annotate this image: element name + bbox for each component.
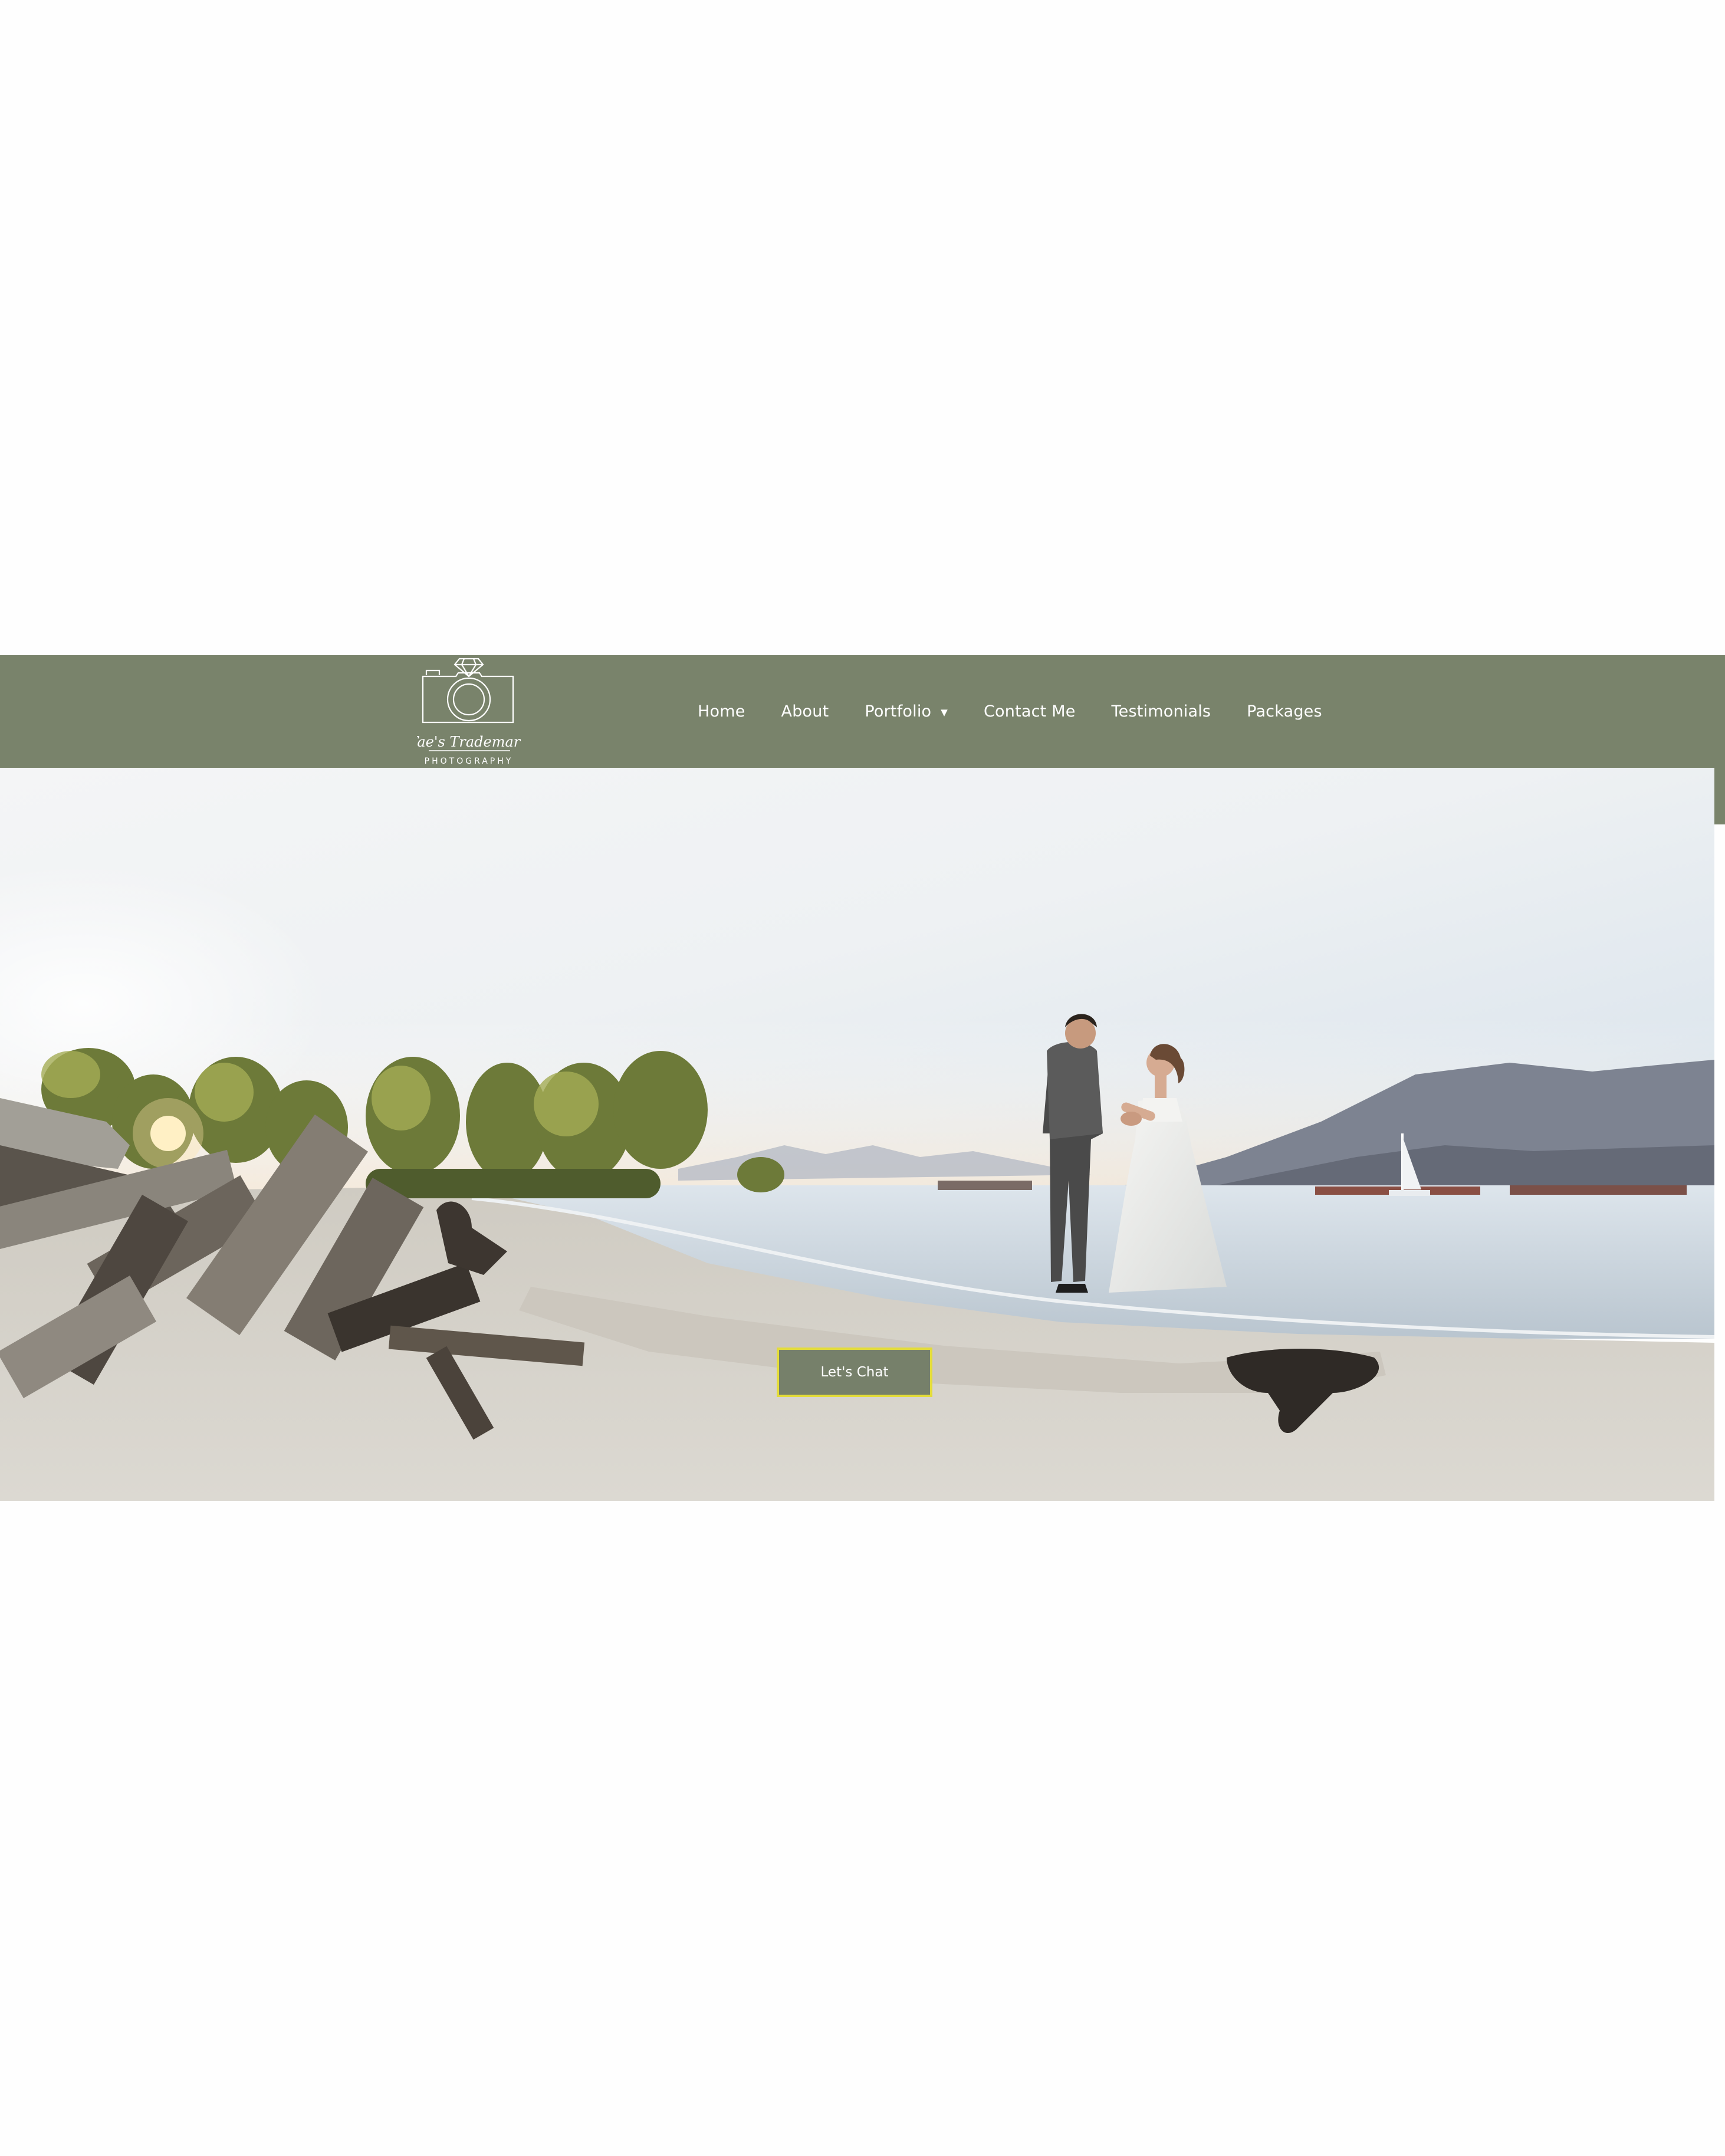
site-logo[interactable]: Tae's Trademark PHOTOGRAPHY (409, 655, 529, 768)
main-nav: Home About Portfolio ▼ Contact Me Testimo… (672, 655, 1322, 768)
nav-packages-label: Packages (1247, 702, 1322, 721)
page: Tae's Trademark PHOTOGRAPHY Home About P… (0, 0, 1725, 2156)
nav-portfolio-label: Portfolio (865, 702, 932, 721)
nav-portfolio[interactable]: Portfolio ▼ (865, 702, 948, 721)
nav-testimonials[interactable]: Testimonials (1112, 702, 1211, 721)
nav-home[interactable]: Home (698, 702, 745, 721)
nav-about-label: About (781, 702, 829, 721)
nav-packages[interactable]: Packages (1247, 702, 1322, 721)
logo-subtitle-text: PHOTOGRAPHY (425, 757, 514, 766)
camera-ring-logo-icon: Tae's Trademark PHOTOGRAPHY (409, 658, 529, 766)
lets-chat-label: Let's Chat (820, 1365, 889, 1380)
nav-home-label: Home (698, 702, 745, 721)
nav-contact[interactable]: Contact Me (984, 702, 1076, 721)
logo-script-text: Tae's Trademark (417, 734, 521, 750)
header-edge-strip (1714, 768, 1725, 824)
caret-down-icon: ▼ (941, 706, 948, 718)
lets-chat-button[interactable]: Let's Chat (777, 1348, 932, 1397)
nav-about[interactable]: About (781, 702, 829, 721)
nav-contact-label: Contact Me (984, 702, 1076, 721)
nav-testimonials-label: Testimonials (1111, 702, 1211, 721)
